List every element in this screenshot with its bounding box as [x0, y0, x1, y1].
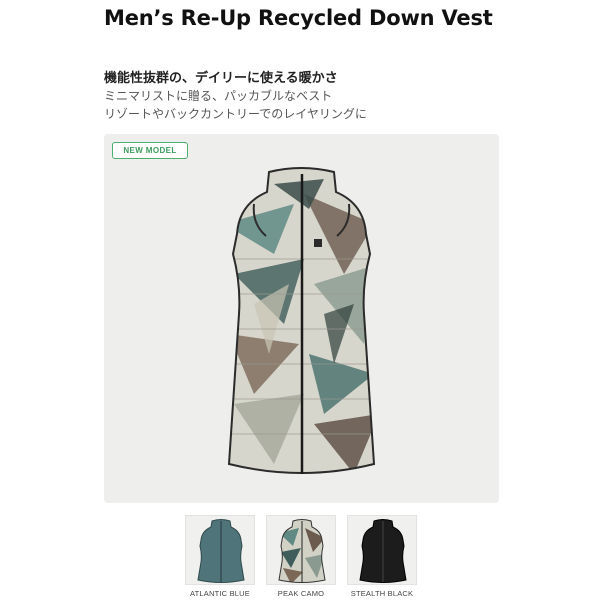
- swatch-atlantic-blue[interactable]: [185, 515, 255, 585]
- vest-atlantic-blue-icon: [197, 519, 245, 583]
- vest-stealth-black-icon: [359, 519, 407, 583]
- swatch-label-peak-camo: PEAK CAMO: [277, 589, 325, 598]
- swatch-label-stealth-black: STEALTH BLACK: [350, 589, 414, 598]
- product-subline-2: リゾートやバックカントリーでのレイヤリングに: [104, 107, 367, 121]
- new-model-badge: NEW MODEL: [112, 142, 188, 159]
- product-image-panel: NEW MODEL: [104, 134, 499, 503]
- swatch-label-atlantic-blue: ATLANTIC BLUE: [190, 589, 250, 598]
- swatch-peak-camo[interactable]: [266, 515, 336, 585]
- swatch-stealth-black[interactable]: [347, 515, 417, 585]
- vest-peak-camo-icon: [278, 519, 326, 583]
- product-subline-1: ミニマリストに贈る、パッカブルなベスト: [104, 89, 333, 103]
- vest-camo-image: [227, 167, 376, 474]
- product-catchphrase: 機能性抜群の、デイリーに使える暖かさ: [104, 71, 338, 86]
- product-title: Men’s Re-Up Recycled Down Vest: [104, 6, 493, 30]
